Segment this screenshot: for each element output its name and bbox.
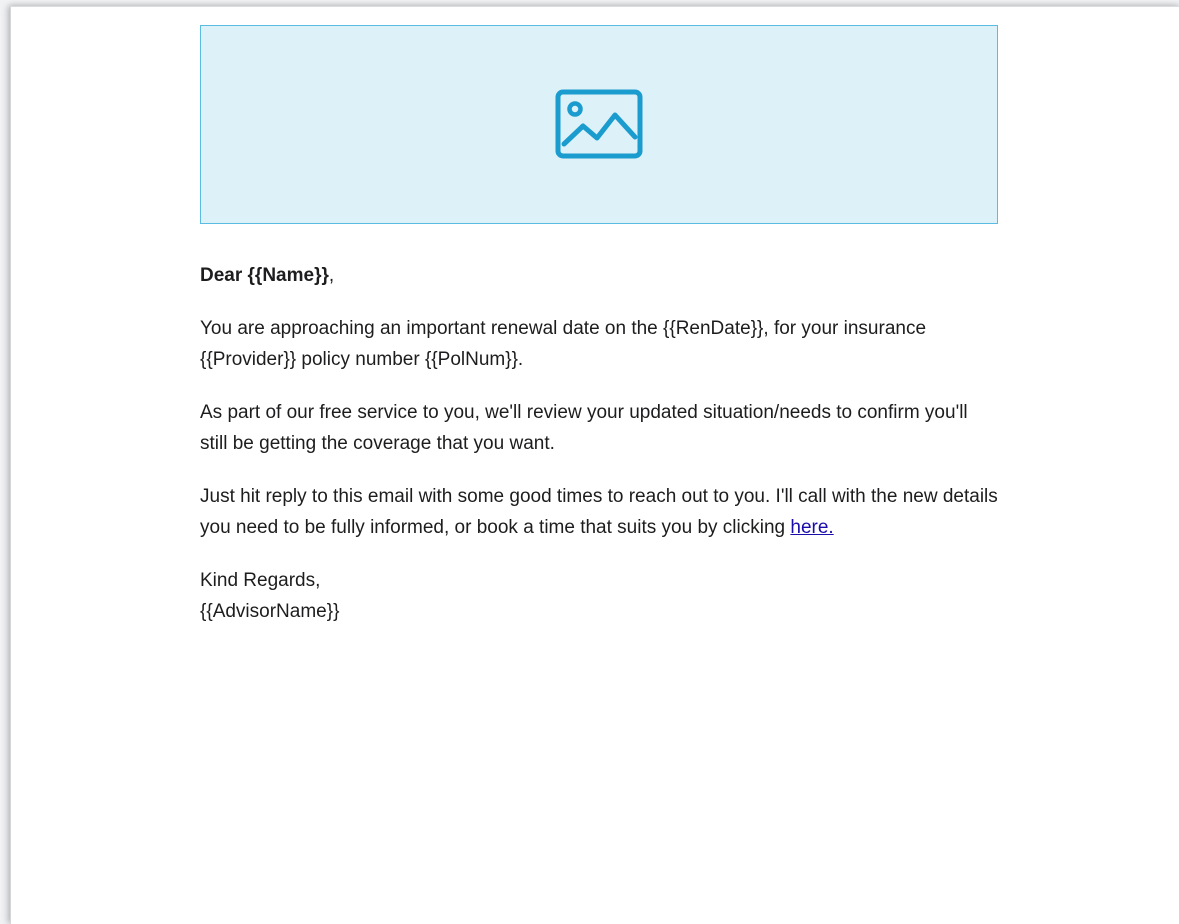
booking-link[interactable]: here. — [790, 517, 833, 538]
image-icon — [555, 89, 643, 161]
greeting: Dear {{Name}}, — [200, 260, 998, 291]
signoff-closing: Kind Regards, — [200, 570, 321, 591]
reply-text: Just hit reply to this email with some g… — [200, 486, 998, 538]
advisor-name: {{AdvisorName}} — [200, 601, 340, 622]
email-preview-frame: Dear {{Name}}, You are approaching an im… — [10, 6, 1179, 924]
header-image-placeholder[interactable] — [200, 25, 998, 224]
email-body: Dear {{Name}}, You are approaching an im… — [200, 25, 998, 627]
greeting-comma: , — [328, 265, 335, 286]
signoff: Kind Regards, {{AdvisorName}} — [200, 565, 998, 627]
renewal-paragraph: You are approaching an important renewal… — [200, 318, 927, 370]
email-text: Dear {{Name}}, You are approaching an im… — [200, 260, 998, 627]
greeting-name: Dear {{Name}} — [200, 265, 329, 286]
service-paragraph: As part of our free service to you, we'l… — [200, 402, 968, 454]
reply-paragraph: Just hit reply to this email with some g… — [200, 481, 998, 543]
